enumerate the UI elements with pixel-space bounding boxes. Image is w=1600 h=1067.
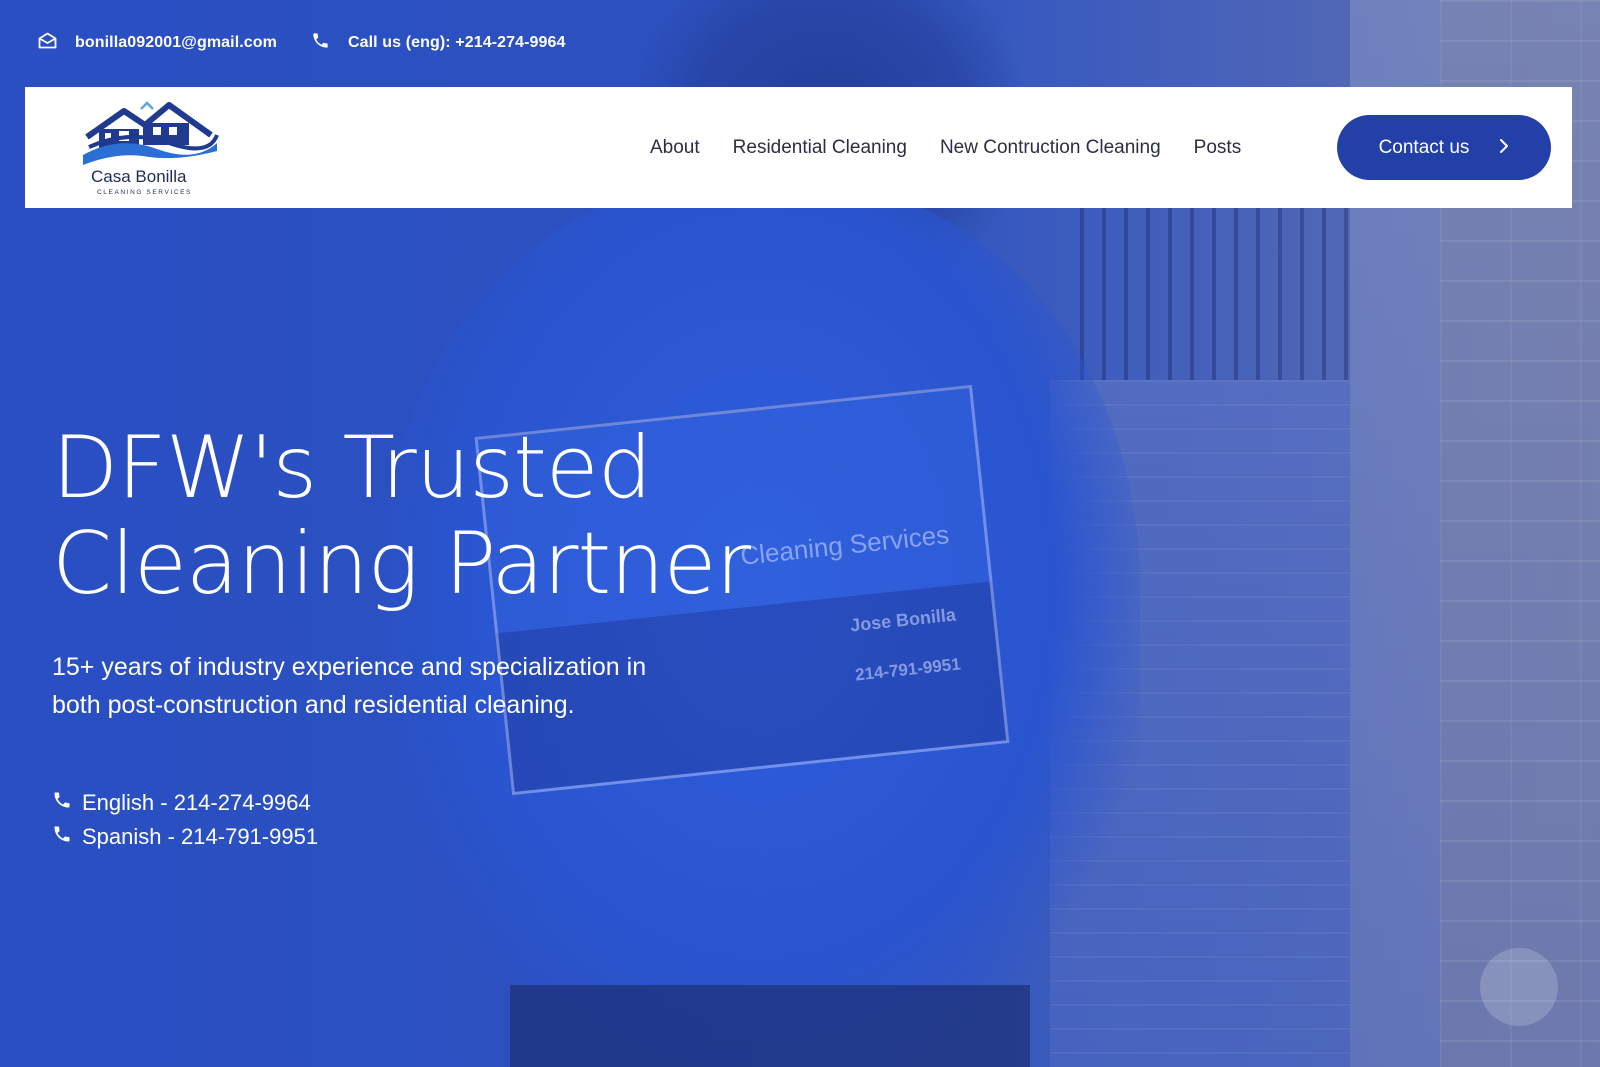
contact-us-button[interactable]: Contact us bbox=[1337, 115, 1551, 180]
phone-spanish-label: Spanish - 214-791-9951 bbox=[82, 824, 319, 849]
logo-title: Casa Bonilla bbox=[91, 167, 187, 186]
envelope-icon bbox=[38, 32, 75, 54]
bg-railing bbox=[1080, 200, 1360, 380]
nav-new-construction-cleaning[interactable]: New Contruction Cleaning bbox=[940, 137, 1161, 159]
main-navbar: Casa Bonilla CLEANING SERVICES About Res… bbox=[25, 87, 1572, 208]
phone-english-label: English - 214-274-9964 bbox=[82, 790, 311, 815]
top-info-bar: bonilla092001@gmail.com Call us (eng): +… bbox=[0, 0, 1600, 86]
hero-title: DFW's Trusted Cleaning Partner bbox=[52, 420, 912, 612]
phone-icon bbox=[311, 31, 348, 55]
hero-subtitle: 15+ years of industry experience and spe… bbox=[52, 648, 752, 724]
chevron-right-icon bbox=[1499, 137, 1509, 159]
hero-title-line2: Cleaning Partner bbox=[52, 514, 751, 614]
topbar-phone-text: Call us (eng): +214-274-9964 bbox=[347, 34, 566, 51]
phone-spanish[interactable]: Spanish - 214-791-9951 bbox=[52, 820, 318, 854]
logo-subtitle: CLEANING SERVICES bbox=[97, 189, 192, 196]
nav-links: About Residential Cleaning New Contructi… bbox=[650, 87, 1274, 208]
site-logo[interactable]: Casa Bonilla CLEANING SERVICES bbox=[79, 99, 219, 196]
house-logo-icon bbox=[83, 101, 219, 165]
nav-posts[interactable]: Posts bbox=[1194, 137, 1242, 159]
topbar-email-text: bonilla092001@gmail.com bbox=[75, 34, 277, 51]
hero-title-line1: DFW's Trusted bbox=[52, 418, 652, 518]
phone-icon bbox=[52, 790, 82, 816]
hero-subtitle-line2: both post-construction and residential c… bbox=[52, 691, 575, 719]
phone-icon bbox=[52, 824, 82, 850]
hero-subtitle-line1: 15+ years of industry experience and spe… bbox=[52, 653, 647, 681]
phone-english[interactable]: English - 214-274-9964 bbox=[52, 786, 318, 820]
nav-residential-cleaning[interactable]: Residential Cleaning bbox=[733, 137, 907, 159]
contact-us-label: Contact us bbox=[1378, 136, 1470, 158]
topbar-phone[interactable]: Call us (eng): +214-274-9964 bbox=[311, 31, 566, 55]
topbar-email[interactable]: bonilla092001@gmail.com bbox=[38, 32, 277, 54]
hero-phone-list: English - 214-274-9964 Spanish - 214-791… bbox=[52, 786, 318, 854]
scroll-top-button[interactable] bbox=[1480, 948, 1558, 1026]
nav-about[interactable]: About bbox=[650, 137, 700, 159]
bg-belt bbox=[510, 985, 1030, 1067]
